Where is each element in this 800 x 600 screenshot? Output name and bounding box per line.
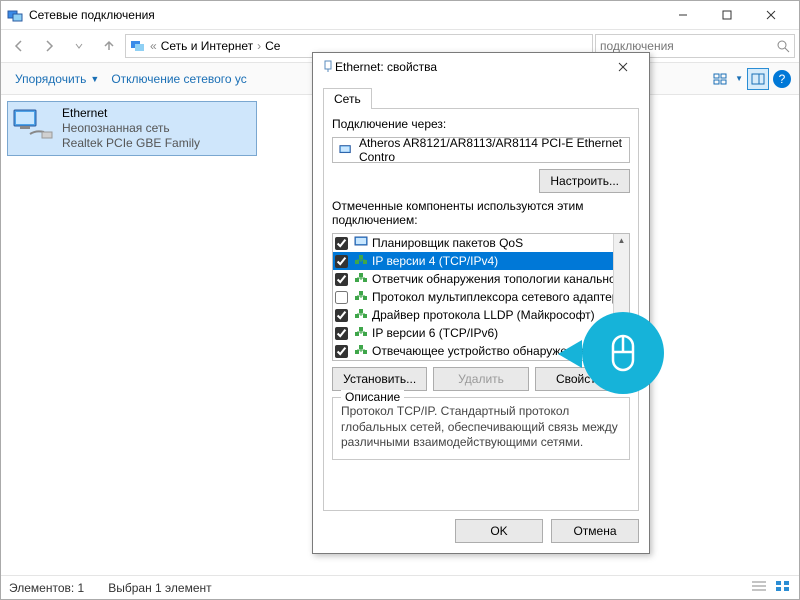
breadcrumb-seg-1[interactable]: Сеть и Интернет [161,39,253,53]
component-row[interactable]: IP версии 4 (TCP/IPv4) [333,252,629,270]
component-row[interactable]: Драйвер протокола LLDP (Майкрософт) [333,306,629,324]
dialog-close-button[interactable] [605,55,641,79]
preview-pane-toggle[interactable] [747,68,769,90]
component-row[interactable]: Ответчик обнаружения топологии канальног… [333,270,629,288]
dialog-titlebar: Ethernet: свойства [313,53,649,81]
adapter-display: Atheros AR8121/AR8113/AR8114 PCI-E Ether… [332,137,630,163]
protocol-icon [354,272,368,287]
tab-panel: Подключение через: Atheros AR8121/AR8113… [323,108,639,511]
component-label: Протокол мультиплексора сетевого адаптер… [372,290,630,304]
minimize-button[interactable] [661,1,705,29]
remove-button: Удалить [433,367,528,391]
status-bar: Элементов: 1 Выбран 1 элемент [1,575,799,599]
breadcrumb-seg-2[interactable]: Се [265,39,280,53]
component-checkbox[interactable] [335,327,348,340]
component-checkbox[interactable] [335,291,348,304]
component-row[interactable]: Протокол мультиплексора сетевого адаптер… [333,288,629,306]
close-button[interactable] [749,1,793,29]
ok-button[interactable]: OK [455,519,543,543]
disable-device-button[interactable]: Отключение сетевого ус [105,68,252,90]
chevron-down-icon: ▼ [735,74,743,83]
scroll-up-icon[interactable]: ▲ [616,234,628,247]
protocol-icon [354,290,368,305]
component-label: Планировщик пакетов QoS [372,236,523,250]
back-button[interactable] [5,34,33,58]
titlebar: Сетевые подключения [1,1,799,29]
details-view-icon[interactable] [751,580,767,595]
organize-menu[interactable]: Упорядочить ▼ [9,68,105,90]
dialog-icon [321,59,335,76]
connection-item-ethernet[interactable]: Ethernet Неопознанная сеть Realtek PCIe … [7,101,257,156]
breadcrumb-sep: « [150,39,157,53]
components-list[interactable]: Планировщик пакетов QoS IP версии 4 (TCP/… [332,233,630,361]
protocol-icon [354,236,368,251]
properties-button[interactable]: Свойства [535,367,630,391]
component-row[interactable]: Отвечающее устройство обнаружения тополо… [333,342,629,360]
adapter-icon [339,143,353,157]
status-item-count: Элементов: 1 [9,581,84,595]
folder-icon [130,38,146,55]
component-label: IP версии 6 (TCP/IPv6) [372,326,498,340]
recent-button[interactable] [65,34,93,58]
component-label: IP версии 4 (TCP/IPv4) [372,254,498,268]
help-button[interactable]: ? [773,70,791,88]
connection-name: Ethernet [62,106,200,121]
component-checkbox[interactable] [335,273,348,286]
adapter-name: Atheros AR8121/AR8113/AR8114 PCI-E Ether… [359,136,623,164]
component-checkbox[interactable] [335,345,348,358]
window-title: Сетевые подключения [29,8,661,22]
component-label: Ответчик обнаружения топологии канальног… [372,272,630,286]
view-menu[interactable] [709,68,731,90]
dialog-title: Ethernet: свойства [335,60,605,74]
ethernet-icon [12,106,54,142]
search-placeholder: подключения [600,39,773,53]
protocol-icon [354,344,368,359]
scrollbar[interactable]: ▲ ▼ [613,234,629,360]
connection-adapter: Realtek PCIe GBE Family [62,136,200,151]
description-legend: Описание [341,390,404,404]
component-row[interactable]: Планировщик пакетов QoS [333,234,629,252]
configure-button[interactable]: Настроить... [539,169,630,193]
component-checkbox[interactable] [335,255,348,268]
component-checkbox[interactable] [335,309,348,322]
search-icon [777,40,790,53]
tab-network[interactable]: Сеть [323,88,372,109]
ethernet-properties-dialog: Ethernet: свойства Сеть Подключение чере… [312,52,650,554]
status-selected: Выбран 1 элемент [108,581,211,595]
protocol-icon [354,326,368,341]
large-icons-view-icon[interactable] [775,580,791,595]
scroll-down-icon[interactable]: ▼ [616,347,628,360]
component-label: Отвечающее устройство обнаружения тополо… [372,344,630,358]
components-label: Отмеченные компоненты используются этим … [332,199,630,227]
up-button[interactable] [95,34,123,58]
connect-via-label: Подключение через: [332,117,630,131]
window-controls [661,1,793,29]
component-row[interactable]: IP версии 6 (TCP/IPv6) [333,324,629,342]
component-checkbox[interactable] [335,237,348,250]
forward-button[interactable] [35,34,63,58]
component-label: Драйвер протокола LLDP (Майкрософт) [372,308,595,322]
description-group: Описание Протокол TCP/IP. Стандартный пр… [332,397,630,460]
maximize-button[interactable] [705,1,749,29]
connection-status: Неопознанная сеть [62,121,200,136]
protocol-icon [354,254,368,269]
description-text: Протокол TCP/IP. Стандартный протокол гл… [341,404,621,451]
app-icon [7,7,23,23]
protocol-icon [354,308,368,323]
cancel-button[interactable]: Отмена [551,519,639,543]
chevron-down-icon: ▼ [90,74,99,84]
install-button[interactable]: Установить... [332,367,427,391]
chevron-right-icon: › [257,39,261,53]
